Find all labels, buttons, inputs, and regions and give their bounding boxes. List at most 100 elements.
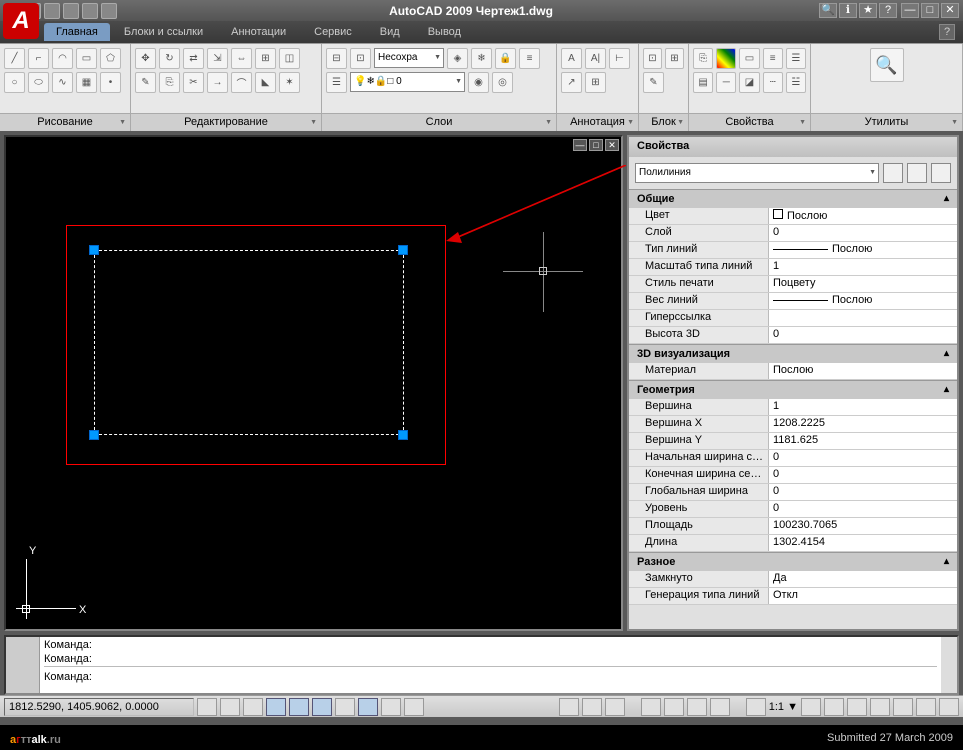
pline-icon[interactable]: ⌐ <box>28 48 49 69</box>
grid-icon[interactable] <box>220 698 240 716</box>
model-icon[interactable] <box>559 698 579 716</box>
showmotion-icon[interactable] <box>710 698 730 716</box>
doc-close-icon[interactable]: ✕ <box>605 139 619 151</box>
redo-icon[interactable] <box>101 3 117 19</box>
panel-title-ann[interactable]: Аннотация <box>557 113 638 131</box>
layout-icon[interactable] <box>582 698 602 716</box>
prop-row[interactable]: Глобальная ширина0 <box>629 484 957 501</box>
copy-icon[interactable]: ⎘ <box>159 72 180 93</box>
category-vis3d[interactable]: 3D визуализация <box>629 344 957 363</box>
panel-title-draw[interactable]: Рисование <box>0 113 130 131</box>
prop-row[interactable]: Генерация типа линийОткл <box>629 588 957 605</box>
pan-icon[interactable] <box>641 698 661 716</box>
fillet-icon[interactable]: ⌒ <box>231 72 252 93</box>
layprev-icon[interactable]: ◈ <box>447 48 468 69</box>
lweight-icon[interactable]: ≡ <box>763 48 783 69</box>
prop-value[interactable]: Послою <box>769 208 957 224</box>
props-icon[interactable]: ▤ <box>693 72 713 93</box>
prop-row[interactable]: Вес линийПослою <box>629 293 957 310</box>
drawing-canvas[interactable]: — □ ✕ Y X <box>4 135 623 631</box>
mtext-icon[interactable]: A| <box>585 48 606 69</box>
line-icon[interactable]: ╱ <box>4 48 25 69</box>
scale-label[interactable]: 1:1 ▼ <box>769 701 798 713</box>
category-general[interactable]: Общие <box>629 189 957 208</box>
close-icon[interactable]: ✕ <box>941 3 959 18</box>
mirror-icon[interactable]: ⇄ <box>183 48 204 69</box>
polygon-icon[interactable]: ⬠ <box>100 48 121 69</box>
ducs-icon[interactable] <box>335 698 355 716</box>
laywalk-icon[interactable]: ◎ <box>492 72 513 93</box>
laycur-icon[interactable]: ◉ <box>468 72 489 93</box>
array-icon[interactable]: ⊞ <box>255 48 276 69</box>
qp-icon[interactable] <box>404 698 424 716</box>
tab-blocks[interactable]: Блоки и ссылки <box>110 23 217 41</box>
lock-icon[interactable] <box>893 698 913 716</box>
minimize-icon[interactable]: — <box>901 3 919 18</box>
blockedit-icon[interactable]: ✎ <box>643 72 664 93</box>
zoom2-icon[interactable] <box>664 698 684 716</box>
hatch-icon[interactable]: ▦ <box>76 72 97 93</box>
move-icon[interactable]: ✥ <box>135 48 156 69</box>
app-logo[interactable]: A <box>3 3 39 39</box>
layfreeze-icon[interactable]: ❄ <box>471 48 492 69</box>
doc-min-icon[interactable]: — <box>573 139 587 151</box>
spline-icon[interactable]: ∿ <box>52 72 73 93</box>
prop-value[interactable]: 1 <box>769 259 957 275</box>
prop-row[interactable]: Начальная ширина сегм...0 <box>629 450 957 467</box>
tab-output[interactable]: Вывод <box>414 23 475 41</box>
annoscale-icon[interactable] <box>746 698 766 716</box>
prop-row[interactable]: Вершина X1208.2225 <box>629 416 957 433</box>
rotate-icon[interactable]: ↻ <box>159 48 180 69</box>
help-icon[interactable]: ? <box>939 24 955 40</box>
prop-row[interactable]: Длина1302.4154 <box>629 535 957 552</box>
selected-polyline[interactable] <box>94 250 404 435</box>
list2-icon[interactable]: ☱ <box>786 72 806 93</box>
cmd-scrollbar[interactable] <box>941 637 957 693</box>
rect-icon[interactable]: ▭ <box>76 48 97 69</box>
text-icon[interactable]: A <box>561 48 582 69</box>
prop-row[interactable]: ЗамкнутоДа <box>629 571 957 588</box>
cmd-handle[interactable] <box>6 637 40 693</box>
tab-view[interactable]: Вид <box>366 23 414 41</box>
prop-row[interactable]: Гиперссылка <box>629 310 957 327</box>
prop-value[interactable]: Да <box>769 571 957 587</box>
prop-value[interactable]: Поцвету <box>769 276 957 292</box>
prop-value[interactable] <box>769 310 957 326</box>
prop-value[interactable]: 0 <box>769 450 957 466</box>
layeriso-icon[interactable]: ⊟ <box>326 48 347 69</box>
print-icon[interactable] <box>63 3 79 19</box>
layerprop-icon[interactable]: ☰ <box>326 72 347 93</box>
grip-tl[interactable] <box>89 245 99 255</box>
prop-row[interactable]: Конечная ширина сегме...0 <box>629 467 957 484</box>
search-icon[interactable]: 🔍 <box>819 3 837 18</box>
tab-home[interactable]: Главная <box>44 23 110 41</box>
panel-title-modify[interactable]: Редактирование <box>131 113 321 131</box>
hw-icon[interactable] <box>916 698 936 716</box>
explode-icon[interactable]: ✶ <box>279 72 300 93</box>
insert-icon[interactable]: ⊡ <box>643 48 662 69</box>
cmd-input[interactable]: Команда: <box>44 670 937 684</box>
selectobj-icon[interactable] <box>931 163 951 183</box>
table-icon[interactable]: ⊞ <box>585 72 606 93</box>
prop-value[interactable]: Послою <box>769 242 957 258</box>
prop-value[interactable]: Откл <box>769 588 957 604</box>
zoom-icon[interactable]: 🔍 <box>870 48 904 82</box>
trim-icon[interactable]: ✂ <box>183 72 204 93</box>
tab-annotations[interactable]: Аннотации <box>217 23 300 41</box>
ortho-icon[interactable] <box>243 698 263 716</box>
prop-row[interactable]: Вершина1 <box>629 399 957 416</box>
matchprop-icon[interactable]: ⎘ <box>693 48 713 69</box>
leader-icon[interactable]: ↗ <box>561 72 582 93</box>
qvlayout-icon[interactable] <box>605 698 625 716</box>
ws-icon[interactable] <box>847 698 867 716</box>
annovis-icon[interactable] <box>801 698 821 716</box>
info-icon[interactable]: ℹ <box>839 3 857 18</box>
create-icon[interactable]: ⊞ <box>665 48 684 69</box>
tab-service[interactable]: Сервис <box>300 23 366 41</box>
status-coords[interactable]: 1812.5290, 1405.9062, 0.0000 <box>4 698 194 716</box>
cmd-lines[interactable]: Команда: Команда: Команда: <box>40 637 941 693</box>
arc-icon[interactable]: ◠ <box>52 48 73 69</box>
undo-icon[interactable] <box>82 3 98 19</box>
prop-row[interactable]: Тип линийПослою <box>629 242 957 259</box>
command-window[interactable]: Команда: Команда: Команда: <box>4 635 959 695</box>
